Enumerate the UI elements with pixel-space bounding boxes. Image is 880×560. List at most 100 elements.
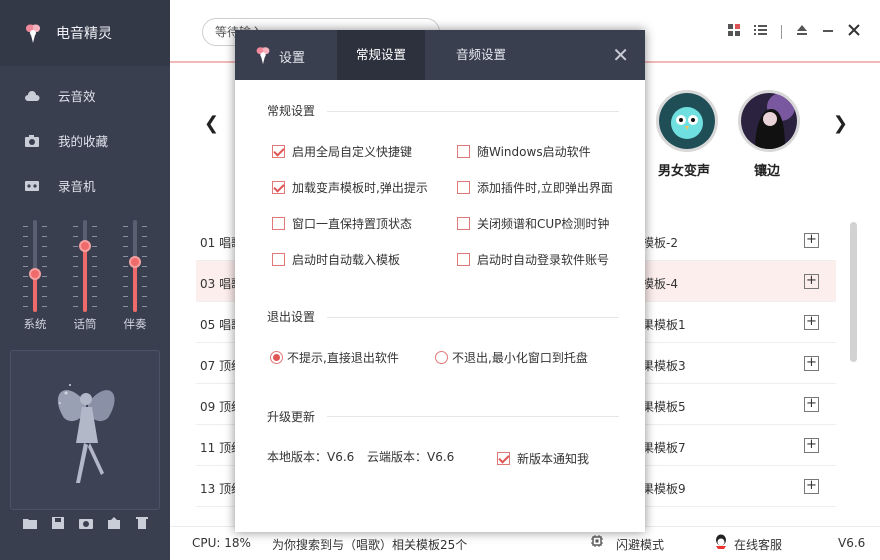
general-section-title: 常规设置 [267,104,316,118]
sidebar-item-cloud-effects[interactable]: 云音效 [24,86,96,105]
add-button[interactable]: + [804,397,819,412]
add-button[interactable]: + [804,233,819,248]
option-always-on-top[interactable]: 窗口一直保持置顶状态 [272,215,412,232]
slider-tick [42,226,47,227]
exit-option-minimize[interactable]: 不退出,最小化窗口到托盘 [435,349,588,366]
option-plugin-popup[interactable]: 添加插件时,立即弹出界面 [457,179,613,196]
slider-tick [23,236,28,237]
slider-knob[interactable] [79,240,91,253]
slider-tick [123,266,128,267]
checkbox[interactable] [497,452,510,465]
folder-icon[interactable] [22,516,38,530]
tab-audio-settings[interactable]: 音频设置 [435,30,527,80]
arrow-left-icon[interactable]: ❮ [204,113,219,134]
accompaniment-volume-slider[interactable] [120,220,150,320]
slider-knob[interactable] [29,268,41,281]
system-volume-slider[interactable] [20,220,50,320]
option-label: 新版本通知我 [517,452,590,466]
radio-button[interactable] [435,351,448,364]
option-label: 添加插件时,立即弹出界面 [477,181,613,195]
grid-view-icon[interactable] [728,24,740,39]
exit-section-title: 退出设置 [267,310,316,324]
save-icon[interactable] [50,516,66,530]
sidebar-item-recorder[interactable]: 录音机 [24,176,96,195]
checkbox[interactable] [272,181,285,194]
arrow-right-icon[interactable]: ❯ [833,113,848,134]
slider-label-accompaniment: 伴奏 [123,317,147,331]
slider-tick [42,246,47,247]
exit-option-quit[interactable]: 不提示,直接退出软件 [270,349,399,366]
slider-tick [73,246,78,247]
slider-tick [73,226,78,227]
trash-icon[interactable] [134,516,150,530]
checkbox[interactable] [272,217,285,230]
cpu-usage: CPU: 18% [192,536,251,550]
online-support-link[interactable]: 在线客服 [734,536,782,553]
checkbox[interactable] [457,253,470,266]
option-start-with-windows[interactable]: 随Windows启动软件 [457,143,591,160]
dialog-close-icon[interactable]: ✕ [612,43,629,67]
slider-tick [142,276,147,277]
slider-tick [92,276,97,277]
dialog-header: 设置 常规设置 音频设置 ✕ [235,30,645,80]
add-button[interactable]: + [804,479,819,494]
option-template-load-prompt[interactable]: 加载变声模板时,弹出提示 [272,179,428,196]
volume-sliders: 系统 话筒 伴奏 [0,212,170,332]
option-label: 关闭频谱和CUP检测时钟 [477,217,610,231]
camera-icon[interactable] [78,516,94,530]
row-name: 果模板7 [642,441,686,455]
close-icon[interactable] [848,24,860,39]
checkbox[interactable] [457,181,470,194]
slider-tick [42,286,47,287]
slider-label-system: 系统 [23,317,47,331]
checkbox[interactable] [457,145,470,158]
minimize-icon[interactable] [822,24,834,39]
slider-tick [123,286,128,287]
option-disable-spectrum[interactable]: 关闭频谱和CUP检测时钟 [457,215,609,232]
slider-knob[interactable] [129,255,141,268]
chip-icon [590,534,604,551]
notify-new-version[interactable]: 新版本通知我 [497,450,589,467]
slider-tick [92,286,97,287]
girl-avatar[interactable] [738,90,800,152]
slider-tick [42,306,47,307]
banner-label-flanger: 镶边 [754,164,781,179]
checkbox[interactable] [457,217,470,230]
list-view-icon[interactable] [754,24,767,39]
checkbox[interactable] [272,145,285,158]
add-button[interactable]: + [804,315,819,330]
slider-tick [23,296,28,297]
skin-icon[interactable] [796,24,808,39]
tab-general-settings[interactable]: 常规设置 [337,30,425,80]
checkbox[interactable] [272,253,285,266]
list-scrollbar[interactable] [850,222,857,362]
add-button[interactable]: + [804,274,819,289]
slider-tick [73,276,78,277]
sidebar-item-favorites[interactable]: 我的收藏 [24,131,108,150]
slider-tick [23,256,28,257]
slider-tick [23,266,28,267]
export-icon[interactable] [106,516,122,530]
app-logo-row: 电音精灵 [0,0,170,66]
owl-avatar[interactable] [656,90,718,152]
dodge-mode-toggle[interactable]: 闪避模式 [616,536,664,553]
option-auto-login[interactable]: 启动时自动登录软件账号 [457,251,609,268]
row-name: 模板-4 [642,277,678,291]
mic-volume-slider[interactable] [70,220,100,320]
add-button[interactable]: + [804,438,819,453]
add-button[interactable]: + [804,356,819,371]
slider-tick [73,306,78,307]
slider-tick [142,296,147,297]
sidebar-toolbar [22,516,150,530]
camera-icon [25,134,39,147]
option-label: 启动时自动载入模板 [292,253,401,267]
divider [327,416,619,417]
sidebar: 电音精灵 云音效 我的收藏 录音机 系统 话筒 伴奏 [0,0,170,560]
radio-button[interactable] [270,351,283,364]
option-global-hotkeys[interactable]: 启用全局自定义快捷键 [272,143,412,160]
option-label: 随Windows启动软件 [477,145,591,159]
sidebar-item-label: 录音机 [58,179,96,194]
option-autoload-template[interactable]: 启动时自动载入模板 [272,251,400,268]
banner-label-gender-change: 男女变声 [658,164,711,179]
slider-tick [142,236,147,237]
